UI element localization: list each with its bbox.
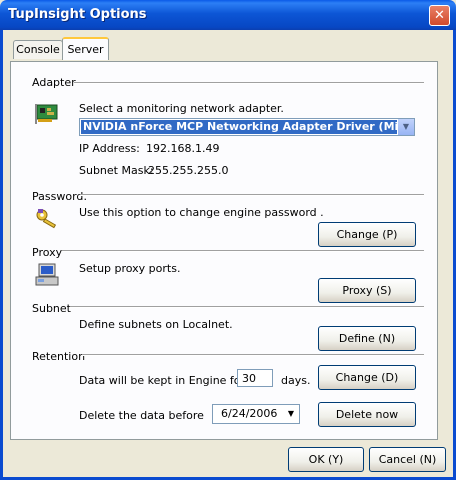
retention-separator — [82, 354, 424, 356]
password-heading: Password: — [32, 190, 88, 203]
close-icon: ✕ — [434, 8, 445, 23]
proxy-heading: Proxy — [32, 246, 63, 259]
change-retention-button[interactable]: Change (D) — [318, 365, 416, 390]
adapter-heading: Adapter — [32, 76, 76, 89]
tab-console[interactable]: Console — [13, 40, 63, 59]
proxy-description: Setup proxy ports. — [79, 262, 181, 275]
change-password-button[interactable]: Change (P) — [318, 222, 416, 247]
ok-button[interactable]: OK (Y) — [288, 447, 364, 472]
ip-address-label: IP Address: — [79, 142, 140, 155]
subnet-heading: Subnet — [32, 302, 71, 315]
window-frame-left — [0, 30, 3, 480]
subnet-description: Define subnets on Localnet. — [79, 318, 233, 331]
key-icon — [34, 206, 60, 232]
chevron-down-icon[interactable]: ▼ — [283, 405, 299, 423]
cancel-button[interactable]: Cancel (N) — [369, 447, 446, 472]
chevron-down-icon[interactable]: ▼ — [397, 119, 414, 135]
subnet-mask-value: 255.255.255.0 — [148, 164, 229, 177]
computer-icon — [34, 262, 60, 288]
retention-heading: Retention — [32, 350, 86, 363]
retention-kept-label: Data will be kept in Engine for — [79, 374, 246, 387]
proxy-button[interactable]: Proxy (S) — [318, 278, 416, 303]
network-card-icon — [34, 100, 60, 126]
adapter-separator — [74, 82, 424, 84]
tab-server-label: Server — [67, 43, 104, 56]
tab-server[interactable]: Server — [62, 37, 109, 60]
retention-days-input[interactable]: 30 — [237, 369, 273, 387]
password-description: Use this option to change engine passwor… — [79, 206, 324, 219]
window-title: TupInsight Options — [8, 7, 147, 22]
delete-before-label: Delete the data before — [79, 409, 204, 422]
delete-now-button[interactable]: Delete now — [318, 402, 416, 427]
close-button[interactable]: ✕ — [429, 5, 450, 26]
subnet-separator — [70, 306, 424, 308]
delete-date-picker[interactable]: 6/24/2006 ▼ — [212, 404, 300, 424]
ip-address-value: 192.168.1.49 — [146, 142, 220, 155]
define-subnet-button[interactable]: Define (N) — [318, 326, 416, 351]
adapter-description: Select a monitoring network adapter. — [79, 102, 284, 115]
delete-date-value: 6/24/2006 — [221, 407, 278, 420]
retention-days-unit: days. — [281, 374, 311, 387]
proxy-separator — [62, 250, 424, 252]
tab-console-label: Console — [16, 43, 60, 56]
password-separator — [80, 194, 424, 196]
adapter-select[interactable]: NVIDIA nForce MCP Networking Adapter Dri… — [79, 118, 415, 136]
subnet-mask-label: Subnet Mask: — [79, 164, 154, 177]
adapter-select-value: NVIDIA nForce MCP Networking Adapter Dri… — [81, 120, 398, 134]
